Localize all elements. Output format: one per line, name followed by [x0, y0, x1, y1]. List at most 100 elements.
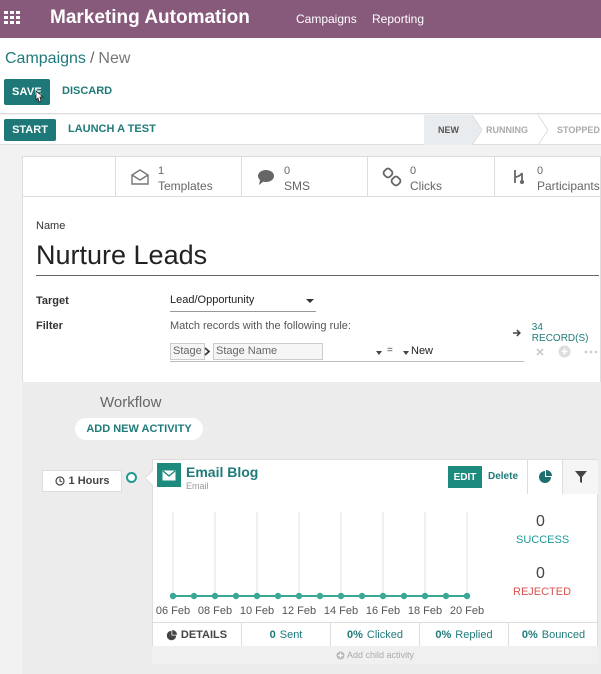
- campaign-name-field[interactable]: Nurture Leads: [36, 240, 599, 276]
- stage-stopped[interactable]: STOPPED: [557, 115, 601, 145]
- bounced-stat[interactable]: 0% Bounced: [508, 623, 598, 647]
- participants-stat-button[interactable]: 0 Participants: [494, 157, 601, 197]
- top-navbar: Marketing Automation Campaigns Reporting: [0, 0, 601, 38]
- arrow-right-icon: [512, 329, 521, 337]
- envelope-icon: [131, 169, 149, 185]
- app-title[interactable]: Marketing Automation: [50, 7, 250, 29]
- launch-test-button[interactable]: LAUNCH A TEST: [68, 123, 156, 135]
- chart-point: [295, 592, 303, 600]
- more-dots-icon[interactable]: [584, 350, 598, 354]
- rule-subfield[interactable]: Stage Name: [213, 343, 323, 360]
- replied-stat[interactable]: 0% Replied: [419, 623, 508, 647]
- plus-circle-icon: [336, 650, 345, 660]
- filter-tab[interactable]: [563, 460, 598, 494]
- chart-point: [358, 592, 366, 600]
- start-button[interactable]: START: [4, 119, 56, 141]
- success-count: 0: [536, 513, 545, 530]
- stage-new[interactable]: NEW: [424, 115, 472, 145]
- edit-activity-button[interactable]: EDIT: [448, 466, 482, 488]
- sms-label: SMS: [284, 179, 311, 193]
- filter-rule-row: Stage Stage Name = New: [170, 342, 524, 362]
- x-tick-label: 10 Feb: [240, 605, 274, 617]
- menu-reporting[interactable]: Reporting: [372, 12, 424, 26]
- clicked-label: Clicked: [366, 629, 403, 641]
- chevron-right-icon: [204, 347, 210, 356]
- rejected-count: 0: [536, 565, 545, 582]
- rule-operator[interactable]: =: [387, 345, 393, 356]
- graph-tab[interactable]: [527, 460, 563, 494]
- x-tick-label: 16 Feb: [366, 605, 400, 617]
- x-tick-label: 14 Feb: [324, 605, 358, 617]
- pie-chart-icon: [539, 470, 552, 483]
- success-label: SUCCESS: [516, 534, 570, 546]
- stage-arrow-icon: [472, 115, 482, 145]
- target-label: Target: [36, 295, 69, 307]
- x-tick-label: 18 Feb: [408, 605, 442, 617]
- close-icon[interactable]: [536, 348, 544, 356]
- add-child-activity-button[interactable]: Add child activity: [152, 646, 598, 664]
- participants-label: Participants: [537, 179, 600, 193]
- card-pointer-icon: [145, 470, 153, 486]
- breadcrumb-campaigns-link[interactable]: Campaigns: [5, 50, 86, 67]
- workflow-title: Workflow: [100, 394, 162, 411]
- menu-campaigns[interactable]: Campaigns: [296, 12, 357, 26]
- sent-stat[interactable]: 0 Sent: [241, 623, 330, 647]
- replied-label: Replied: [455, 629, 493, 641]
- x-tick-label: 06 Feb: [156, 605, 190, 617]
- activity-title[interactable]: Email Blog: [186, 464, 258, 480]
- sent-label: Sent: [279, 629, 303, 641]
- chevron-down-icon[interactable]: [403, 351, 409, 355]
- add-child-label: Add child activity: [346, 650, 415, 660]
- email-activity-icon: [157, 463, 181, 487]
- bounced-value: 0%: [521, 629, 538, 641]
- apps-menu-icon[interactable]: [4, 11, 20, 24]
- rule-value[interactable]: New: [411, 345, 433, 357]
- status-header: START LAUNCH A TEST NEW RUNNING STOPPED: [0, 115, 601, 145]
- pie-chart-icon: [166, 629, 177, 640]
- discard-button[interactable]: DISCARD: [62, 85, 112, 97]
- breadcrumb-separator: /: [89, 50, 95, 67]
- templates-stat-button[interactable]: 1 Templates: [115, 157, 241, 197]
- sms-count: 0: [284, 165, 291, 177]
- timeline-node: [126, 472, 137, 483]
- sent-value: 0: [269, 629, 276, 641]
- interval-value: 1 Hours: [68, 475, 110, 487]
- control-panel: Campaigns / New SAVE DISCARD: [0, 38, 601, 114]
- templates-count: 1: [158, 165, 165, 177]
- stage-running[interactable]: RUNNING: [486, 115, 542, 145]
- breadcrumb-current: New: [98, 50, 131, 67]
- x-tick-label: 08 Feb: [198, 605, 232, 617]
- details-button[interactable]: DETAILS: [152, 623, 241, 647]
- replied-value: 0%: [435, 629, 452, 641]
- interval-badge[interactable]: 1 Hours: [42, 470, 122, 492]
- clicks-stat-button[interactable]: 0 Clicks: [367, 157, 494, 197]
- participants-icon: [514, 170, 524, 184]
- plus-circle-icon[interactable]: [558, 345, 571, 358]
- clock-icon: [54, 476, 65, 486]
- chevron-down-icon: [306, 299, 314, 303]
- clicked-stat[interactable]: 0% Clicked: [330, 623, 419, 647]
- speech-bubble-icon: [258, 170, 274, 185]
- x-tick-label: 20 Feb: [450, 605, 484, 617]
- chart-point: [379, 592, 387, 600]
- link-icon: [382, 167, 402, 187]
- rule-field[interactable]: Stage: [170, 343, 205, 360]
- chart-point: [274, 592, 282, 600]
- sms-stat-button[interactable]: 0 SMS: [241, 157, 367, 197]
- chart-point: [400, 592, 408, 600]
- chart-point: [442, 592, 450, 600]
- chart-point: [190, 592, 198, 600]
- activity-type: Email: [186, 481, 209, 491]
- activity-line-chart: 06 Feb 08 Feb 10 Feb 12 Feb 14 Feb 16 Feb 18 F…: [156, 512, 484, 617]
- clicked-value: 0%: [347, 629, 363, 641]
- participants-count: 0: [537, 165, 544, 177]
- records-count-link[interactable]: 34 RECORD(S): [512, 322, 601, 344]
- delete-activity-button[interactable]: Delete: [488, 471, 518, 482]
- chart-point: [253, 592, 261, 600]
- chevron-down-icon[interactable]: [376, 351, 382, 355]
- chart-point: [211, 592, 219, 600]
- target-select[interactable]: Lead/Opportunity: [170, 294, 316, 312]
- add-new-activity-button[interactable]: ADD NEW ACTIVITY: [75, 418, 203, 440]
- chart-point: [169, 592, 177, 600]
- chart-point: [463, 592, 471, 600]
